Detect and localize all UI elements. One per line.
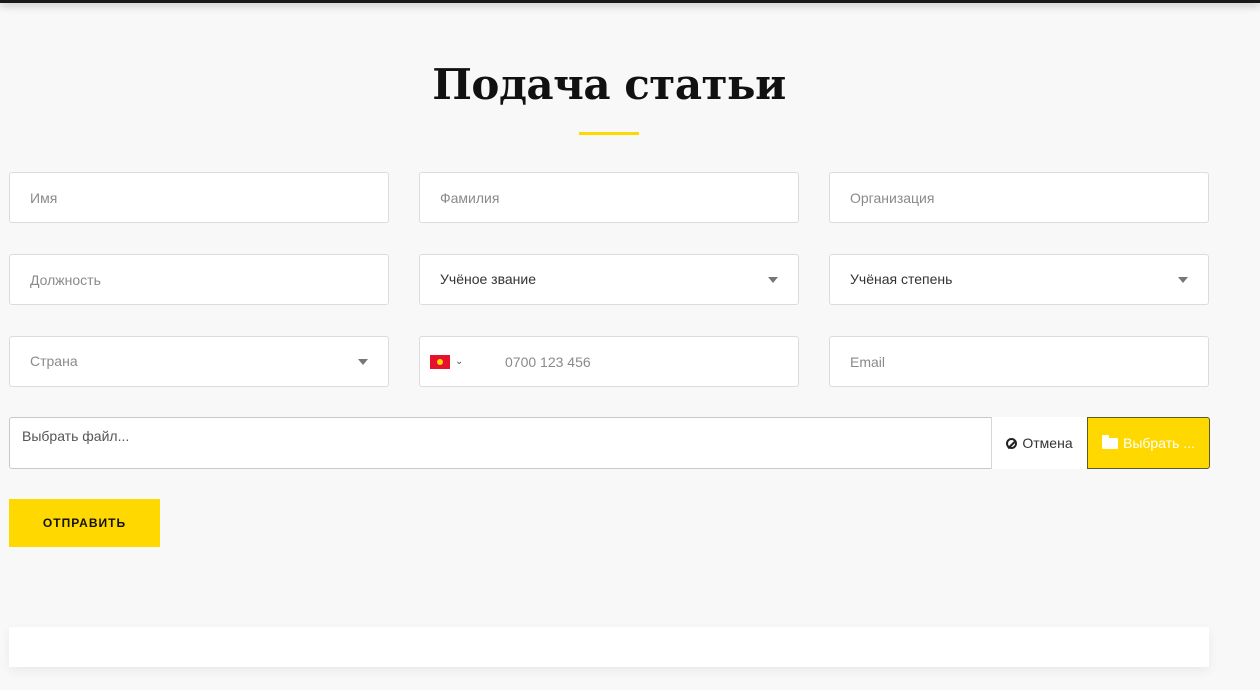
position-input[interactable] <box>10 255 388 304</box>
academic-title-select[interactable]: Учёное звание <box>419 254 799 305</box>
country-value: Страна <box>30 353 78 369</box>
title-underline <box>579 132 639 135</box>
ban-icon <box>1006 437 1018 449</box>
page-title: Подача статьи <box>432 60 786 109</box>
country-code-dropdown[interactable]: ⌄ <box>430 354 468 370</box>
first-name-field[interactable] <box>9 172 389 223</box>
cancel-button[interactable]: Отмена <box>991 417 1087 469</box>
submit-button[interactable]: ОТПРАВИТЬ <box>9 499 160 547</box>
browse-button[interactable]: Выбрать ... <box>1087 417 1210 469</box>
kyrgyzstan-flag-icon <box>430 355 450 369</box>
organization-input[interactable] <box>830 173 1208 222</box>
academic-title-value: Учёное звание <box>440 271 536 287</box>
cancel-label: Отмена <box>1022 435 1073 451</box>
academic-degree-select[interactable]: Учёная степень <box>829 254 1209 305</box>
position-field[interactable] <box>9 254 389 305</box>
bottom-panel <box>9 627 1209 667</box>
chevron-down-icon <box>358 359 368 365</box>
chevron-down-icon: ⌄ <box>455 356 464 367</box>
folder-open-icon <box>1102 434 1119 449</box>
file-upload[interactable]: Выбрать файл... Отмена Выбрать ... <box>9 417 1210 469</box>
phone-field[interactable]: ⌄ <box>419 336 799 387</box>
chevron-down-icon <box>1178 277 1188 283</box>
file-caption: Выбрать файл... <box>22 428 130 444</box>
academic-degree-value: Учёная степень <box>850 271 953 287</box>
last-name-input[interactable] <box>420 173 798 222</box>
email-field[interactable] <box>829 336 1209 387</box>
browse-label: Выбрать ... <box>1123 435 1195 451</box>
country-select[interactable]: Страна <box>9 336 389 387</box>
email-input[interactable] <box>830 337 1208 386</box>
chevron-down-icon <box>768 277 778 283</box>
first-name-input[interactable] <box>10 173 388 222</box>
organization-field[interactable] <box>829 172 1209 223</box>
top-bar <box>0 0 1260 3</box>
phone-input[interactable] <box>485 337 798 386</box>
last-name-field[interactable] <box>419 172 799 223</box>
